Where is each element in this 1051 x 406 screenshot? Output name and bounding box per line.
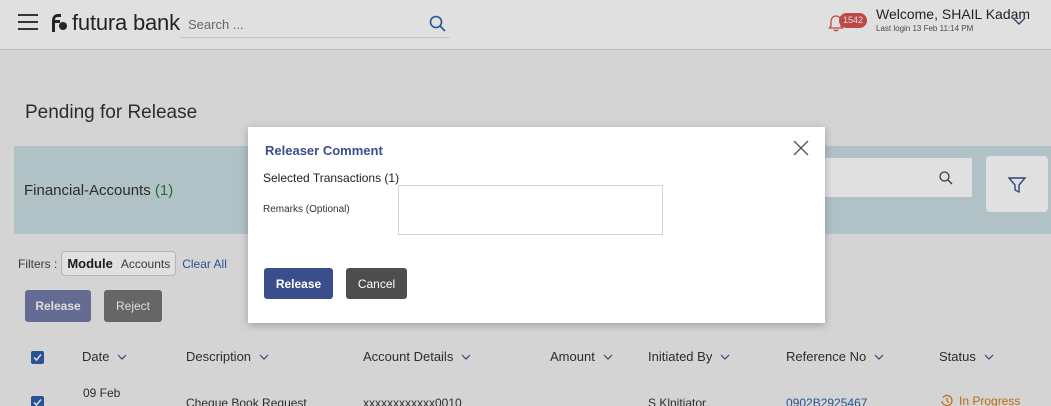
selected-transactions-count: Selected Transactions (1)	[263, 171, 400, 185]
remarks-field[interactable]	[398, 185, 663, 235]
close-icon[interactable]	[793, 140, 809, 156]
remarks-label: Remarks (Optional)	[263, 204, 350, 215]
dialog-title: Releaser Comment	[265, 143, 383, 158]
confirm-release-button[interactable]: Release	[264, 268, 333, 299]
releaser-comment-dialog: Releaser Comment Selected Transactions (…	[248, 127, 825, 323]
cancel-button[interactable]: Cancel	[346, 268, 407, 299]
